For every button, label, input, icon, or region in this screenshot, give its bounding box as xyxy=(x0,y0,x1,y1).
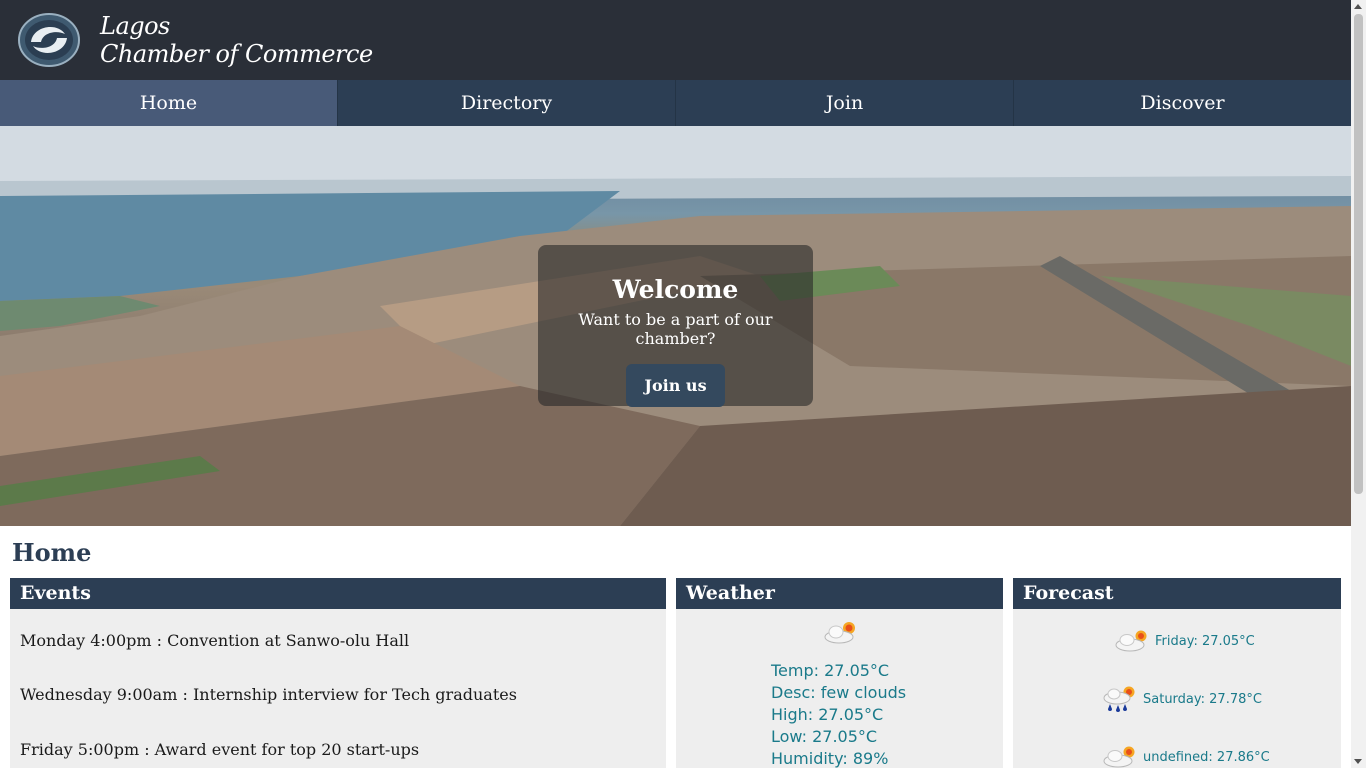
weather-desc: Desc: few clouds xyxy=(771,683,907,702)
scrollbar-thumb[interactable] xyxy=(1354,14,1363,494)
forecast-heading: Forecast xyxy=(1013,578,1341,609)
site-header: Lagos Chamber of Commerce xyxy=(0,0,1351,80)
page-title: Home xyxy=(12,538,92,567)
scroll-up-arrow-icon[interactable] xyxy=(1354,4,1362,9)
weather-humidity: Humidity: 89% xyxy=(771,749,889,768)
nav-item-directory[interactable]: Directory xyxy=(338,80,676,126)
forecast-row: Friday: 27.05°C xyxy=(1113,628,1255,654)
welcome-subtitle: Want to be a part of our chamber? xyxy=(578,310,773,348)
nav-item-home[interactable]: Home xyxy=(0,80,338,126)
events-card: Events Monday 4:00pm : Convention at San… xyxy=(10,578,666,768)
weather-card: Weather Temp: 27.05°C Desc: few clouds H… xyxy=(676,578,1003,768)
nav-item-discover[interactable]: Discover xyxy=(1014,80,1351,126)
event-item: Friday 5:00pm : Award event for top 20 s… xyxy=(20,740,420,759)
forecast-label: undefined: 27.86°C xyxy=(1143,749,1270,765)
nav-item-join[interactable]: Join xyxy=(676,80,1014,126)
event-item: Monday 4:00pm : Convention at Sanwo-olu … xyxy=(20,631,410,650)
forecast-label: Saturday: 27.78°C xyxy=(1143,691,1262,707)
weather-details: Temp: 27.05°C Desc: few clouds High: 27.… xyxy=(771,660,906,768)
weather-heading: Weather xyxy=(676,578,1003,609)
weather-high: High: 27.05°C xyxy=(771,705,884,724)
cloud-sun-icon xyxy=(1103,746,1135,768)
event-item: Wednesday 9:00am : Internship interview … xyxy=(20,685,517,704)
forecast-row: undefined: 27.86°C xyxy=(1101,744,1270,768)
join-us-button[interactable]: Join us xyxy=(626,364,725,407)
brand-line-city: Lagos xyxy=(100,12,170,40)
welcome-title: Welcome xyxy=(612,275,739,304)
weather-low: Low: 27.05°C xyxy=(771,727,878,746)
weather-temp: Temp: 27.05°C xyxy=(771,661,890,680)
forecast-row: Saturday: 27.78°C xyxy=(1101,684,1262,714)
cloud-sun-icon xyxy=(1115,630,1147,652)
brand-name[interactable]: Lagos Chamber of Commerce xyxy=(100,12,373,68)
few-clouds-icon xyxy=(824,622,855,644)
page-scrollbar[interactable] xyxy=(1351,0,1366,768)
forecast-card: Forecast Friday: 27.05°C Saturday: 27.78… xyxy=(1013,578,1341,768)
rain-sun-icon xyxy=(1103,686,1135,712)
scroll-down-arrow-icon[interactable] xyxy=(1354,759,1362,764)
main-nav: Home Directory Join Discover xyxy=(0,80,1351,126)
welcome-overlay: Welcome Want to be a part of our chamber… xyxy=(538,245,813,407)
forecast-label: Friday: 27.05°C xyxy=(1155,633,1255,649)
swirl-logo-icon[interactable] xyxy=(17,12,81,68)
brand-line-org: Chamber of Commerce xyxy=(100,40,373,68)
events-heading: Events xyxy=(10,578,666,609)
